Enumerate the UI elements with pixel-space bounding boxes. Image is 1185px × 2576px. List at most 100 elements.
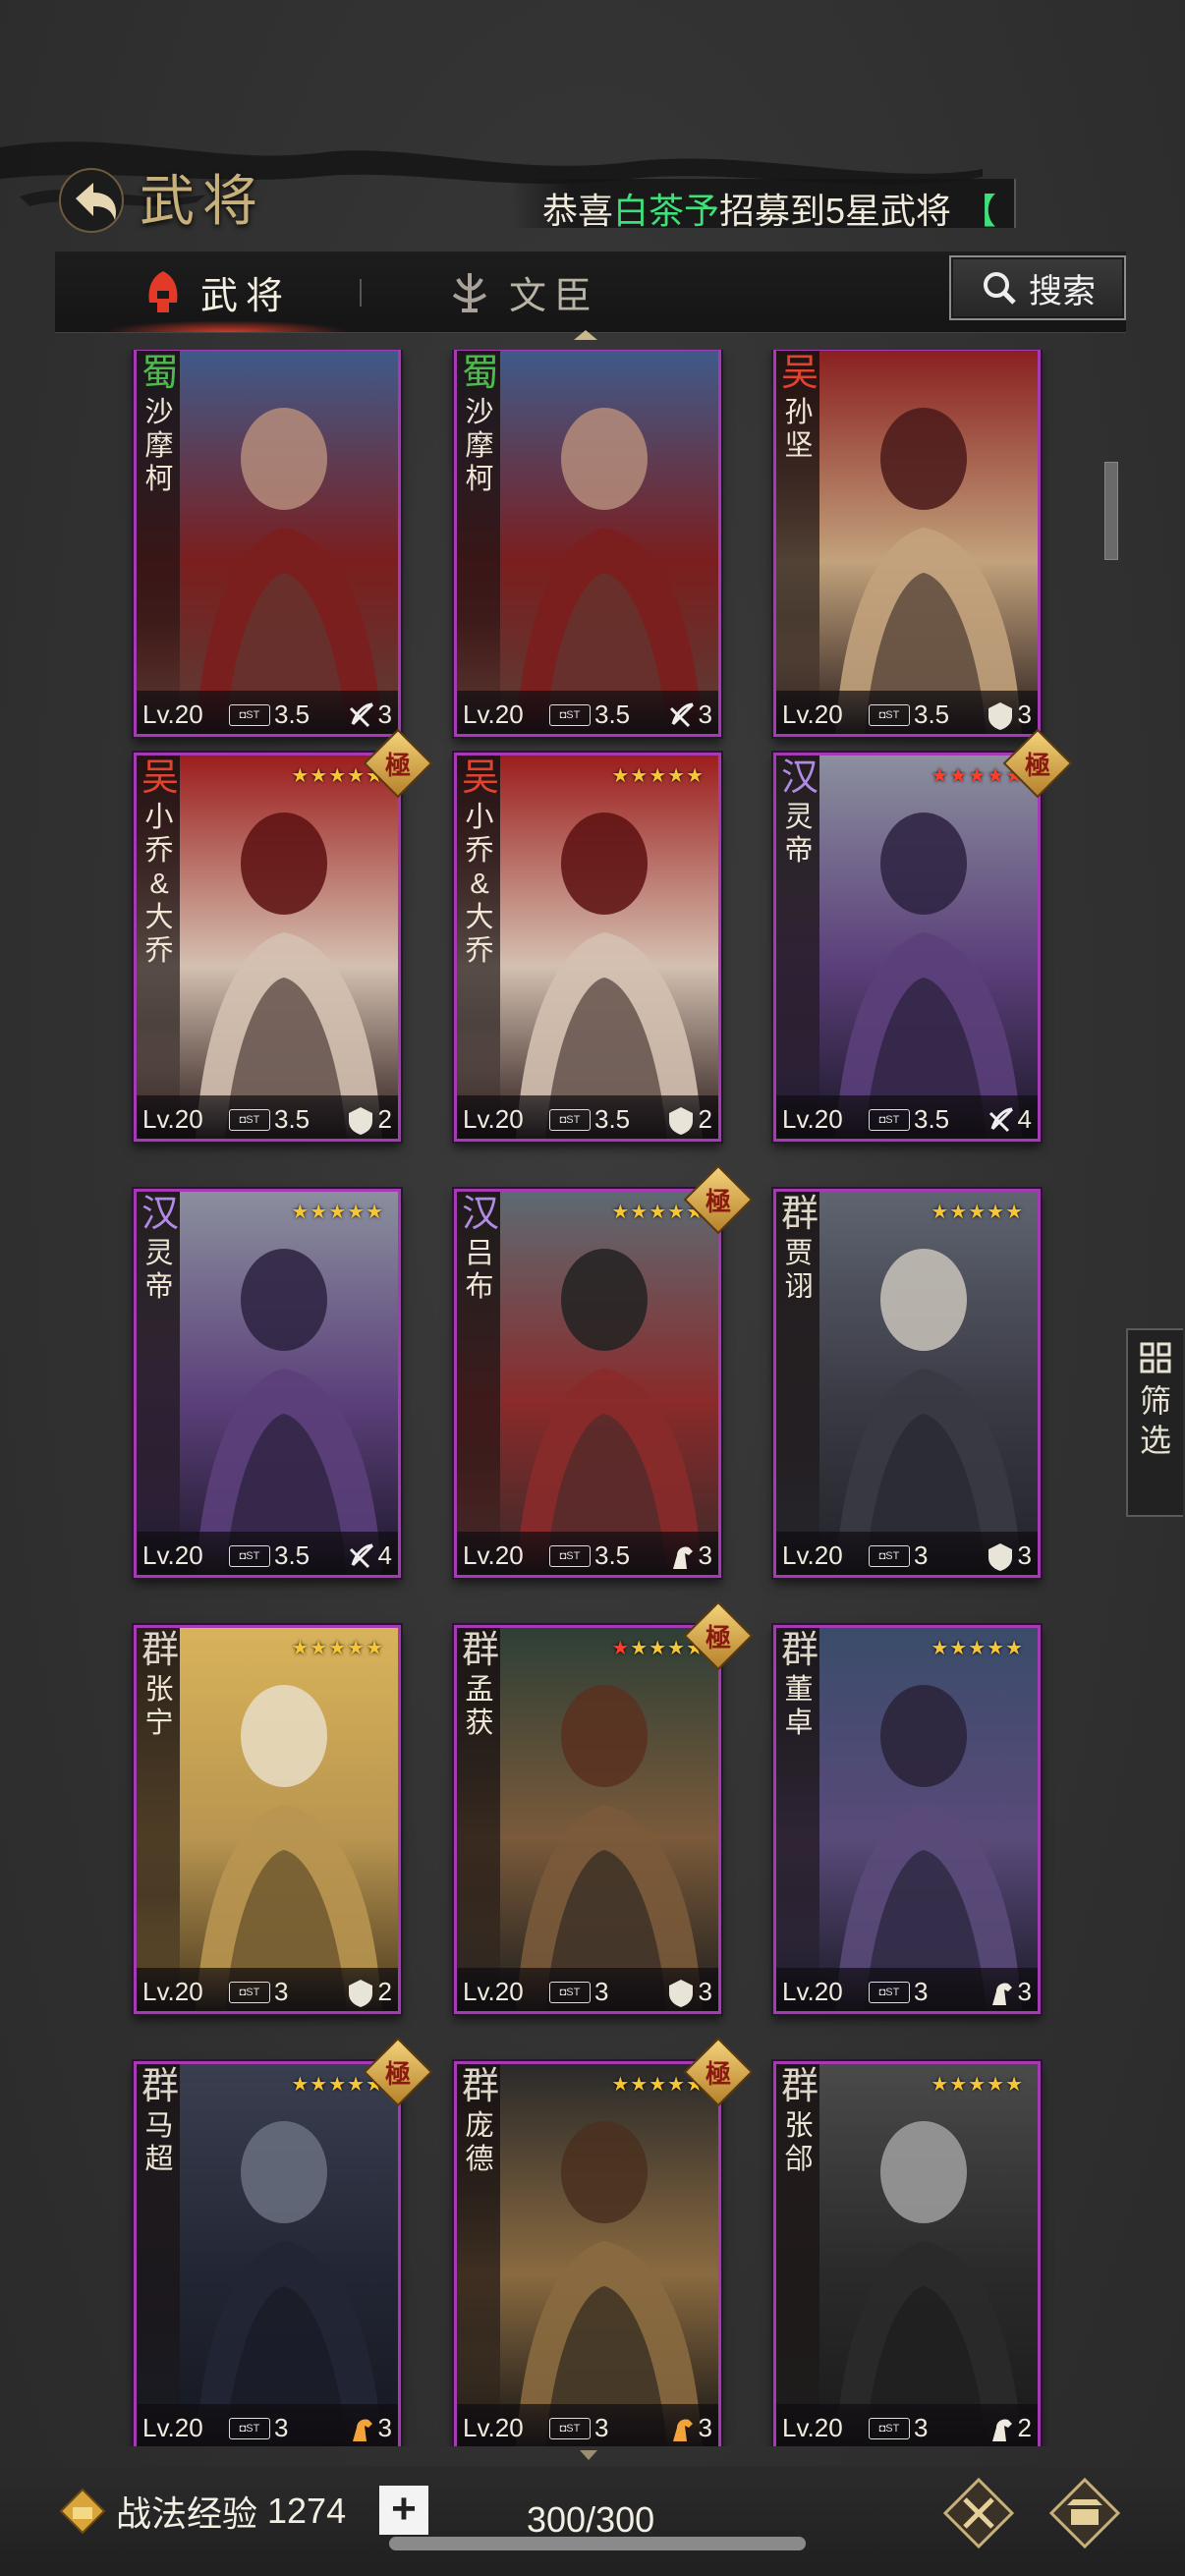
cost-icon: ◘ST	[549, 1544, 591, 1567]
general-card[interactable]: 群张宁 ★★★★★ Lv.20 ◘ST 3 2	[134, 1625, 401, 2014]
cost-icon: ◘ST	[869, 2417, 910, 2439]
palace-icon	[1048, 2477, 1121, 2549]
general-card[interactable]: 群董卓 ★★★★★ Lv.20 ◘ST 3 3	[773, 1625, 1041, 2014]
horse-unit-icon	[991, 1982, 1012, 2005]
shield-unit-icon	[668, 1106, 693, 1135]
general-card[interactable]: 群马超 ★★★★★ Lv.20 ◘ST 3 3	[134, 2061, 401, 2446]
cost-value: 3	[274, 2413, 289, 2442]
tab-ministers[interactable]: 文臣	[448, 252, 599, 332]
faction-label: 汉	[141, 1192, 179, 1235]
unit-type: 3	[667, 700, 712, 730]
unit-type: 3	[667, 1540, 712, 1571]
extreme-badge-label: 極	[1024, 751, 1050, 781]
unit-type: 4	[987, 1104, 1032, 1135]
general-card[interactable]: 吴小乔&大乔 ★★★★★ Lv.20 ◘ST 3.5 2	[454, 753, 721, 1142]
cost-icon: ◘ST	[549, 2417, 591, 2439]
extreme-badge-label: 極	[384, 2059, 411, 2090]
general-card[interactable]: 蜀沙摩柯 Lv.20 ◘ST 3.5 3	[134, 350, 401, 737]
horse-unit-icon	[991, 2418, 1012, 2441]
faction-label: 群	[461, 1628, 499, 1671]
general-name: 吕布	[465, 1238, 494, 1303]
unit-type: 3	[347, 2413, 392, 2443]
general-count: 300/300	[527, 2499, 655, 2540]
general-level: Lv.20	[463, 700, 524, 729]
unit-count: 3	[698, 1540, 712, 1570]
cost-value: 3.5	[274, 700, 310, 729]
cost-value: 3.5	[594, 1104, 631, 1134]
general-cost: ◘ST 3.5	[549, 700, 630, 730]
general-level: Lv.20	[142, 2413, 203, 2442]
general-name: 沙摩柯	[465, 397, 494, 495]
general-card[interactable]: 吴孙坚 Lv.20 ◘ST 3.5 3	[773, 350, 1041, 737]
search-icon	[984, 272, 1016, 305]
unit-type: 2	[347, 1104, 392, 1135]
battle-formation-button[interactable]	[941, 2476, 1016, 2550]
shield-unit-icon	[988, 1542, 1012, 1571]
ticker-message: 招募到5星武将	[719, 191, 952, 228]
unit-type: 3	[347, 700, 392, 730]
cost-value: 3.5	[274, 1540, 310, 1570]
add-skill-exp-button[interactable]: +	[379, 2486, 428, 2535]
scrollbar[interactable]	[1104, 462, 1118, 560]
general-card[interactable]: 蜀沙摩柯 Lv.20 ◘ST 3.5 3	[454, 350, 721, 737]
tab-generals[interactable]: 武将	[103, 252, 351, 332]
skill-exp: 战法经验 1274	[59, 2486, 346, 2537]
faction-label: 汉	[461, 1192, 499, 1235]
general-cost: ◘ST 3.5	[229, 700, 310, 730]
cost-value: 3	[594, 1977, 609, 2006]
skill-exp-value: 1274	[267, 2491, 347, 2531]
page-title: 武将	[140, 170, 265, 234]
faction-label: 吴	[141, 756, 179, 799]
cost-icon: ◘ST	[869, 1544, 910, 1567]
general-name: 孙坚	[784, 397, 814, 462]
ticker-bracket: 【	[961, 191, 997, 228]
cost-icon: ◘ST	[549, 1981, 591, 2003]
unit-count: 3	[1017, 1540, 1032, 1570]
general-card[interactable]: 汉灵帝 ★★★★★ Lv.20 ◘ST 3.5 4	[134, 1189, 401, 1578]
faction-label: 群	[141, 2064, 179, 2107]
extreme-badge-label: 極	[705, 1623, 731, 1653]
cost-icon: ◘ST	[549, 1108, 591, 1131]
back-button[interactable]	[54, 165, 133, 234]
faction-label: 蜀	[461, 351, 499, 394]
unit-count: 4	[1017, 1104, 1032, 1134]
general-cost: ◘ST 3	[869, 1540, 928, 1571]
horse-orange-unit-icon	[672, 2418, 693, 2441]
general-cost: ◘ST 3	[869, 1977, 928, 2007]
shield-unit-icon	[348, 1106, 372, 1135]
general-card[interactable]: 群张郃 ★★★★★ Lv.20 ◘ST 3 2	[773, 2061, 1041, 2446]
search-button[interactable]: 搜索	[949, 255, 1126, 320]
cost-icon: ◘ST	[229, 2417, 270, 2439]
general-cost: ◘ST 3	[869, 2413, 928, 2443]
cost-value: 3	[914, 1977, 929, 2006]
unit-type: 3	[987, 1977, 1032, 2007]
star-rating: ★★★★★	[931, 1638, 1024, 1659]
unit-count: 2	[377, 1977, 392, 2006]
unit-count: 4	[377, 1540, 392, 1570]
general-card[interactable]: 吴小乔&大乔 ★★★★★ Lv.20 ◘ST 3.5 2	[134, 753, 401, 1142]
shield-unit-icon	[988, 701, 1012, 730]
palace-button[interactable]	[1047, 2476, 1122, 2550]
unit-count: 3	[377, 2413, 392, 2442]
faction-label: 群	[141, 1628, 179, 1671]
cost-icon: ◘ST	[229, 1544, 270, 1567]
tab-divider	[360, 279, 362, 307]
general-card[interactable]: 汉灵帝 ★★★★★ Lv.20 ◘ST 3.5 4	[773, 753, 1041, 1142]
tab-bar: 武将 文臣 搜索	[55, 252, 1126, 333]
faction-label: 吴	[780, 351, 818, 394]
general-card[interactable]: 群庞德 ★★★★★ Lv.20 ◘ST 3 3	[454, 2061, 721, 2446]
general-cost: ◘ST 3	[229, 2413, 288, 2443]
extreme-badge-label: 極	[705, 2059, 731, 2090]
unit-count: 2	[377, 1104, 392, 1134]
star-rating: ★★★★★	[931, 1202, 1024, 1223]
filter-button[interactable]: 筛选	[1126, 1328, 1183, 1517]
general-card[interactable]: 群孟获 ★★★★★ Lv.20 ◘ST 3 3	[454, 1625, 721, 2014]
general-name: 灵帝	[144, 1238, 174, 1303]
unit-count: 3	[377, 700, 392, 729]
general-cost: ◘ST 3	[549, 2413, 608, 2443]
general-name: 马超	[144, 2110, 174, 2175]
general-level: Lv.20	[142, 1977, 203, 2006]
general-name: 沙摩柯	[144, 397, 174, 495]
general-card[interactable]: 汉吕布 ★★★★★ Lv.20 ◘ST 3.5 3	[454, 1189, 721, 1578]
general-card[interactable]: 群贾诩 ★★★★★ Lv.20 ◘ST 3 3	[773, 1189, 1041, 1578]
